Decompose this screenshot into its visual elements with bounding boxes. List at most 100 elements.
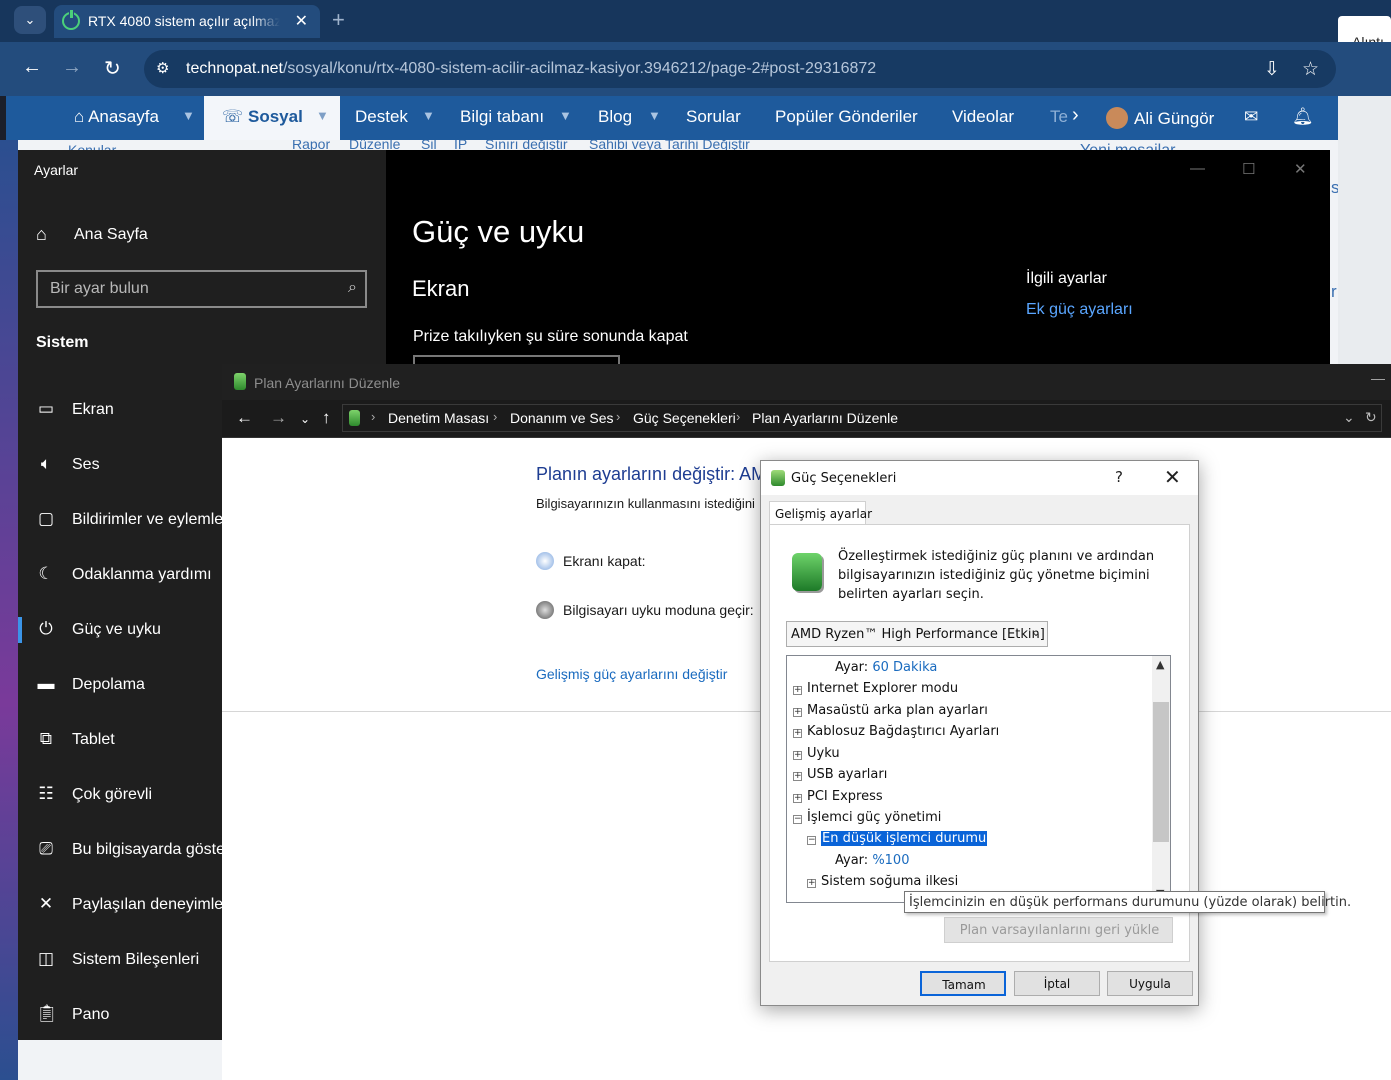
tree-node[interactable]: + USB ayarları <box>793 767 887 782</box>
tree-node[interactable]: − İşlemci güç yönetimi <box>793 810 941 825</box>
close-icon[interactable]: ✕ <box>1294 160 1307 178</box>
chevron-down-icon[interactable]: ⌄ <box>1343 409 1355 426</box>
expand-plus-icon[interactable]: + <box>793 686 802 695</box>
restore-defaults-button[interactable]: Plan varsayılanlarını geri yükle <box>944 917 1173 943</box>
apply-button[interactable]: Uygula <box>1107 971 1193 996</box>
close-icon[interactable]: ✕ <box>1164 465 1181 489</box>
tree-node-selected[interactable]: − En düşük işlemci durumu <box>807 831 988 846</box>
tab-search-icon[interactable]: ⌄ <box>14 6 46 34</box>
tree-node[interactable]: + Uyku <box>793 746 840 761</box>
settings-tree[interactable]: Ayar: 60 Dakika + Internet Explorer modu … <box>786 655 1171 903</box>
settings-search-input[interactable]: Bir ayar bulun ⌕ <box>36 270 367 308</box>
expand-plus-icon[interactable]: + <box>793 708 802 717</box>
url-bar[interactable]: ⚙ technopat.net/sosyal/konu/rtx-4080-sis… <box>144 50 1336 88</box>
url-text[interactable]: technopat.net/sosyal/konu/rtx-4080-siste… <box>186 60 876 78</box>
collapse-minus-icon[interactable]: − <box>793 815 802 824</box>
tree-node[interactable]: + Masaüstü arka plan ayarları <box>793 703 988 718</box>
chevron-down-icon[interactable]: ▼ <box>182 108 195 123</box>
chevron-down-icon[interactable]: ▼ <box>316 108 329 123</box>
chevron-right-icon[interactable]: › <box>616 409 620 424</box>
tree-node[interactable]: + Internet Explorer modu <box>793 681 958 696</box>
nav-home[interactable]: ⌂ Anasayfa <box>74 107 159 127</box>
breadcrumb-item[interactable]: Denetim Masası <box>388 410 489 426</box>
install-app-icon[interactable]: ⇩ <box>1264 58 1280 81</box>
maximize-icon[interactable]: ☐ <box>1242 160 1255 178</box>
tree-node[interactable]: + Sistem soğuma ilkesi <box>807 874 958 889</box>
breadcrumb-item[interactable]: Güç Seçenekleri <box>633 410 736 426</box>
chevron-right-icon[interactable]: › <box>371 409 375 424</box>
scrollbar-thumb[interactable] <box>1153 702 1169 842</box>
plan-select[interactable]: AMD Ryzen™ High Performance [Etkin] ⌄ <box>786 621 1048 647</box>
nav-label: Pano <box>72 1006 110 1023</box>
refresh-icon[interactable]: ↻ <box>1365 409 1377 426</box>
section-heading: Sistem <box>36 334 89 351</box>
tree-node[interactable]: + Kablosuz Bağdaştırıcı Ayarları <box>793 724 999 739</box>
browser-tab[interactable]: RTX 4080 sistem açılır açılmaz k ✕ <box>54 5 320 38</box>
chevron-right-icon[interactable]: › <box>493 409 497 424</box>
breadcrumb[interactable]: › Denetim Masası › Donanım ve Ses › Güç … <box>342 404 1382 432</box>
tab-close-icon[interactable]: ✕ <box>295 11 308 31</box>
site-info-icon[interactable]: ⚙ <box>156 59 169 77</box>
new-tab-icon[interactable]: + <box>332 7 345 33</box>
scroll-up-icon[interactable]: ▲ <box>1156 658 1164 671</box>
back-arrow-icon[interactable]: ← <box>236 408 253 428</box>
chevron-down-icon[interactable]: ▼ <box>648 108 661 123</box>
tab-advanced-settings[interactable]: Gelişmiş ayarlar <box>769 501 872 525</box>
tree-node[interactable]: + PCI Express <box>793 789 883 804</box>
breadcrumb-item[interactable]: Donanım ve Ses <box>510 410 614 426</box>
expand-plus-icon[interactable]: + <box>807 879 816 888</box>
back-arrow-icon[interactable]: ← <box>22 56 42 79</box>
bell-icon[interactable]: 🔔︎ <box>1292 107 1314 127</box>
additional-power-settings-link[interactable]: Ek güç ayarları <box>1026 301 1133 319</box>
nav-support[interactable]: Destek <box>355 107 408 127</box>
advanced-power-settings-link[interactable]: Gelişmiş güç ayarlarını değiştir <box>536 666 727 682</box>
display-off-label: Ekranı kapat: <box>563 553 646 569</box>
nav-scroll-right-icon[interactable]: › <box>1072 104 1079 127</box>
user-menu[interactable]: Ali Güngör <box>1106 107 1214 129</box>
help-button[interactable]: ? <box>1115 468 1123 486</box>
collapse-minus-icon[interactable]: − <box>807 836 816 845</box>
tree-setting-row[interactable]: Ayar: %100 <box>835 853 909 868</box>
reload-icon[interactable]: ↻ <box>104 56 121 81</box>
nav-label: Tablet <box>72 731 115 748</box>
nav-more[interactable]: Te <box>1050 107 1068 127</box>
forward-arrow-icon[interactable]: → <box>270 408 287 428</box>
mail-icon[interactable]: ✉ <box>1244 107 1258 127</box>
chevron-down-icon[interactable]: ▼ <box>559 108 572 123</box>
tree-node-label: Masaüstü arka plan ayarları <box>807 703 988 718</box>
minimize-icon[interactable]: — <box>1190 160 1205 177</box>
expand-plus-icon[interactable]: + <box>793 794 802 803</box>
bookmark-star-icon[interactable]: ☆ <box>1302 58 1319 81</box>
breadcrumb-item[interactable]: Plan Ayarlarını Düzenle <box>752 410 898 426</box>
setting-value[interactable]: %100 <box>872 853 909 868</box>
plan-description: Bilgisayarınızın kullanmasını istediğini <box>536 496 755 511</box>
tab-title: RTX 4080 sistem açılır açılmaz k <box>88 13 280 29</box>
chevron-down-icon[interactable]: ▼ <box>422 108 435 123</box>
home-icon: ⌂ <box>36 224 47 244</box>
up-arrow-icon[interactable]: ↑ <box>322 408 331 428</box>
nav-knowledge-base[interactable]: Bilgi tabanı <box>460 107 544 127</box>
nav-questions[interactable]: Sorular <box>686 107 741 127</box>
ok-button[interactable]: Tamam <box>920 971 1006 996</box>
url-path: /sosyal/konu/rtx-4080-sistem-acilir-acil… <box>282 60 877 77</box>
monitor-icon: ▭ <box>37 399 55 418</box>
nav-popular-posts[interactable]: Popüler Gönderiler <box>775 107 918 127</box>
display-off-row: Ekranı kapat: <box>536 552 646 570</box>
tree-scrollbar[interactable]: ▲ ▼ <box>1152 656 1170 902</box>
monitor-clock-icon <box>536 552 554 570</box>
nav-videos[interactable]: Videolar <box>952 107 1014 127</box>
expand-plus-icon[interactable]: + <box>793 772 802 781</box>
forward-arrow-icon[interactable]: → <box>62 56 82 79</box>
tree-setting-row[interactable]: Ayar: 60 Dakika <box>835 660 937 675</box>
nav-blog[interactable]: Blog <box>598 107 632 127</box>
setting-value[interactable]: 60 Dakika <box>872 660 937 675</box>
chevron-right-icon[interactable]: › <box>736 409 740 424</box>
recent-chevron-icon[interactable]: ⌄ <box>300 412 310 426</box>
dialog-title: Güç Seçenekleri <box>791 471 897 486</box>
expand-plus-icon[interactable]: + <box>793 751 802 760</box>
share-icon: ✕ <box>38 894 54 913</box>
cancel-button[interactable]: İptal <box>1014 971 1100 996</box>
expand-plus-icon[interactable]: + <box>793 729 802 738</box>
site-right-panel <box>1338 96 1391 364</box>
minimize-icon[interactable]: — <box>1371 370 1385 386</box>
